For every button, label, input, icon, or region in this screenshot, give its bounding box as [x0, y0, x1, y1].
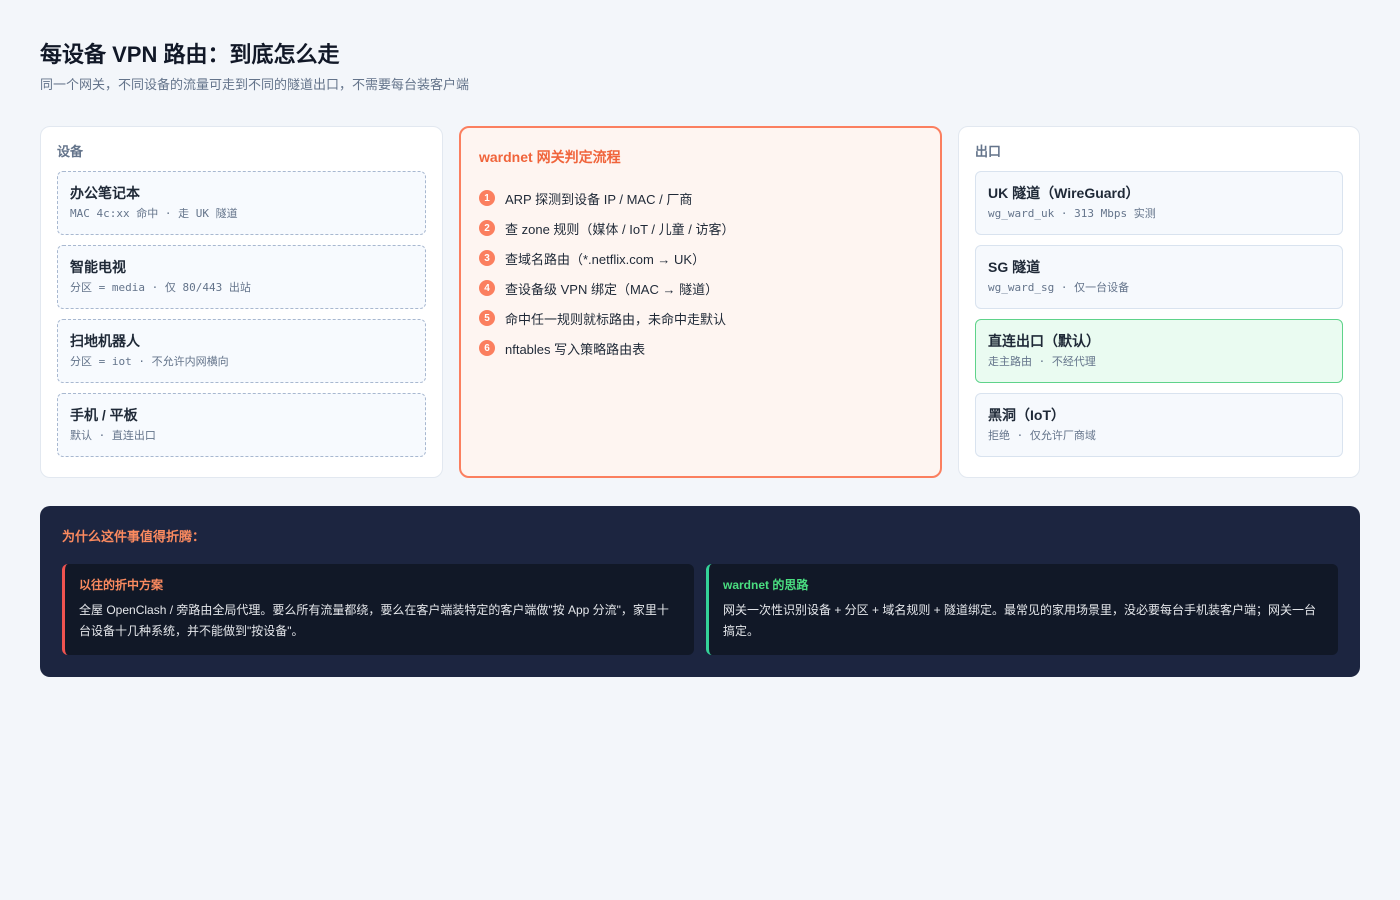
exit-card-direct-default[interactable]: 直连出口（默认） 走主路由 · 不经代理: [975, 319, 1343, 383]
flow-step: 3 查域名路由（*.netflix.com → UK）: [479, 243, 922, 273]
device-name: 扫地机器人: [70, 333, 140, 349]
device-detail: 默认 · 直连出口: [70, 429, 156, 442]
exit-detail: wg_ward_uk · 313 Mbps 实测: [988, 207, 1156, 220]
flow-step: 1 ARP 探测到设备 IP / MAC / 厂商: [479, 183, 922, 213]
devices-panel: 设备 办公笔记本 MAC 4c:xx 命中 · 走 UK 隧道 智能电视 分区 …: [40, 126, 443, 478]
device-detail: MAC 4c:xx 命中 · 走 UK 隧道: [70, 207, 238, 220]
exits-panel: 出口 UK 隧道（WireGuard） wg_ward_uk · 313 Mbp…: [958, 126, 1360, 478]
old-approach-text: 全屋 OpenClash / 旁路由全局代理。要么所有流量都绕，要么在客户端装特…: [79, 603, 669, 638]
exit-detail: 走主路由 · 不经代理: [988, 355, 1096, 368]
step-number-badge: 5: [479, 310, 495, 326]
wardnet-approach-title: wardnet 的思路: [723, 578, 809, 592]
flow-steps: 1 ARP 探测到设备 IP / MAC / 厂商 2 查 zone 规则（媒体…: [479, 183, 922, 363]
step-number-badge: 1: [479, 190, 495, 206]
device-card-laptop[interactable]: 办公笔记本 MAC 4c:xx 命中 · 走 UK 隧道: [57, 171, 426, 235]
exit-name: SG 隧道: [988, 259, 1041, 275]
exit-name: UK 隧道（WireGuard）: [988, 185, 1140, 201]
device-name: 手机 / 平板: [70, 407, 138, 423]
step-text: ARP 探测到设备 IP / MAC / 厂商: [505, 191, 693, 207]
wardnet-approach-box: wardnet 的思路 网关一次性识别设备 + 分区 + 域名规则 + 隧道绑定…: [706, 564, 1338, 655]
device-card-tv[interactable]: 智能电视 分区 = media · 仅 80/443 出站: [57, 245, 426, 309]
old-approach-box: 以往的折中方案 全屋 OpenClash / 旁路由全局代理。要么所有流量都绕，…: [62, 564, 694, 655]
step-text: 查 zone 规则（媒体 / IoT / 儿童 / 访客）: [505, 221, 735, 237]
flow-step: 6 nftables 写入策略路由表: [479, 333, 922, 363]
why-section: 为什么这件事值得折腾： 以往的折中方案 全屋 OpenClash / 旁路由全局…: [40, 506, 1360, 677]
step-number-badge: 6: [479, 340, 495, 356]
exit-card-blackhole-iot[interactable]: 黑洞（IoT） 拒绝 · 仅允许厂商域: [975, 393, 1343, 457]
step-number-badge: 4: [479, 280, 495, 296]
device-card-phone-tablet[interactable]: 手机 / 平板 默认 · 直连出口: [57, 393, 426, 457]
why-title: 为什么这件事值得折腾：: [62, 529, 206, 544]
routing-diagram: 设备 办公笔记本 MAC 4c:xx 命中 · 走 UK 隧道 智能电视 分区 …: [40, 126, 1360, 478]
step-text: 查域名路由（*.netflix.com → UK）: [505, 251, 706, 267]
step-number-badge: 2: [479, 220, 495, 236]
exit-name: 黑洞（IoT）: [988, 407, 1065, 423]
flow-step: 4 查设备级 VPN 绑定（MAC → 隧道）: [479, 273, 922, 303]
flow-step: 2 查 zone 规则（媒体 / IoT / 儿童 / 访客）: [479, 213, 922, 243]
old-approach-title: 以往的折中方案: [79, 578, 164, 592]
devices-heading: 设备: [57, 144, 84, 159]
exit-detail: wg_ward_sg · 仅一台设备: [988, 281, 1130, 294]
step-number-badge: 3: [479, 250, 495, 266]
flow-step: 5 命中任一规则就标路由，未命中走默认: [479, 303, 922, 333]
exit-card-sg-tunnel[interactable]: SG 隧道 wg_ward_sg · 仅一台设备: [975, 245, 1343, 309]
step-text: 命中任一规则就标路由，未命中走默认: [505, 311, 727, 327]
page-subtitle: 同一个网关，不同设备的流量可走到不同的隧道出口，不需要每台装客户端: [40, 77, 470, 92]
page: 每设备 VPN 路由：到底怎么走 同一个网关，不同设备的流量可走到不同的隧道出口…: [40, 40, 1360, 677]
flow-panel: wardnet 网关判定流程 1 ARP 探测到设备 IP / MAC / 厂商…: [459, 126, 942, 478]
device-name: 办公笔记本: [70, 185, 140, 201]
flow-title: wardnet 网关判定流程: [479, 149, 621, 165]
page-title: 每设备 VPN 路由：到底怎么走: [40, 42, 340, 67]
exit-detail: 拒绝 · 仅允许厂商域: [988, 429, 1096, 442]
exit-card-uk-tunnel[interactable]: UK 隧道（WireGuard） wg_ward_uk · 313 Mbps 实…: [975, 171, 1343, 235]
device-name: 智能电视: [70, 259, 126, 275]
device-card-robot-vacuum[interactable]: 扫地机器人 分区 = iot · 不允许内网横向: [57, 319, 426, 383]
exit-name: 直连出口（默认）: [988, 333, 1100, 349]
device-detail: 分区 = media · 仅 80/443 出站: [70, 281, 251, 294]
step-text: 查设备级 VPN 绑定（MAC → 隧道）: [505, 281, 719, 297]
exits-heading: 出口: [975, 144, 1002, 159]
step-text: nftables 写入策略路由表: [505, 341, 646, 357]
wardnet-approach-text: 网关一次性识别设备 + 分区 + 域名规则 + 隧道绑定。最常见的家用场景里，没…: [723, 603, 1317, 638]
device-detail: 分区 = iot · 不允许内网横向: [70, 355, 229, 368]
